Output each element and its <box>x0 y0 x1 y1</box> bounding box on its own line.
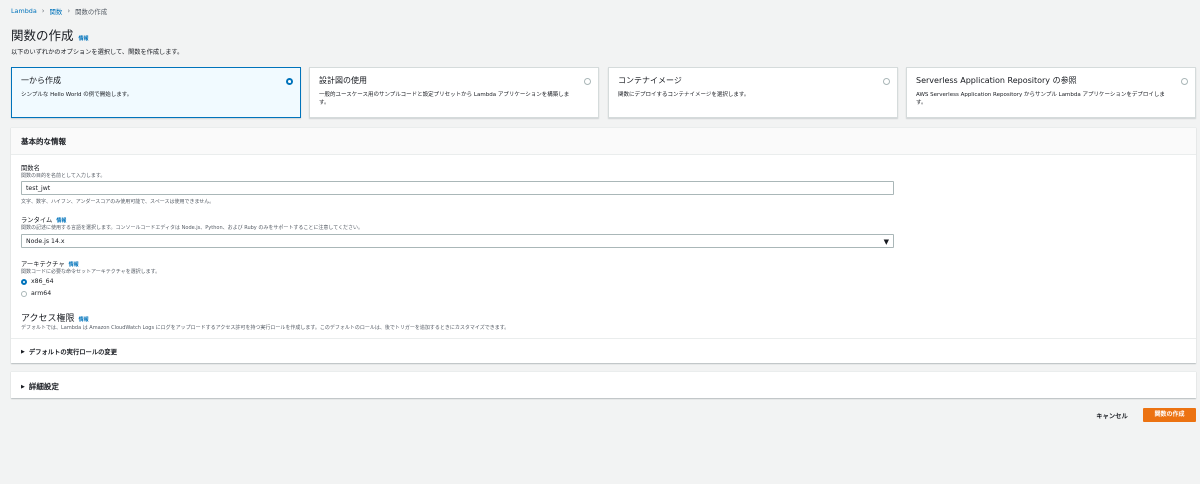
panel-header: 基本的な情報 <box>11 128 1196 155</box>
arch-option-label: arm64 <box>31 290 52 297</box>
advanced-settings-expander[interactable]: ▶ 詳細設定 <box>21 381 59 392</box>
runtime-desc: 関数の記述に使用する言語を選択します。コンソールコードエディタは Node.js… <box>21 225 364 231</box>
page-description: 以下のいずれかのオプションを選択して、関数を作成します。 <box>11 49 184 56</box>
page-title: 関数の作成 <box>11 28 74 43</box>
option-radio[interactable] <box>286 78 293 85</box>
architecture-desc: 関数コードに必要な命令セットアーキテクチャを選択します。 <box>21 269 161 275</box>
arch-option-label: x86_64 <box>31 278 54 285</box>
breadcrumb-lambda[interactable]: Lambda <box>11 7 37 15</box>
option-title: コンテナイメージ <box>618 76 682 85</box>
breadcrumb: Lambda › 関数 › 関数の作成 <box>11 5 107 17</box>
architecture-label: アーキテクチャ 情報 <box>21 259 79 268</box>
arch-option-arm64[interactable]: arm64 <box>21 290 51 297</box>
option-serverless-repo[interactable]: Serverless Application Repository の参照 AW… <box>906 67 1196 118</box>
option-radio[interactable] <box>584 78 591 85</box>
runtime-label-text: ランタイム <box>21 217 53 224</box>
function-name-desc: 関数の目的を名前として入力します。 <box>21 173 106 179</box>
arch-option-x86[interactable]: x86_64 <box>21 278 54 285</box>
option-radio[interactable] <box>1181 78 1188 85</box>
page-header: 関数の作成 情報 <box>11 25 89 44</box>
runtime-select[interactable]: Node.js 14.x ▼ <box>21 234 894 248</box>
cancel-button[interactable]: キャンセル <box>1089 410 1135 421</box>
architecture-label-text: アーキテクチャ <box>21 261 65 268</box>
caret-right-icon: ▶ <box>21 348 25 355</box>
access-heading-text: アクセス権限 <box>21 314 75 324</box>
chevron-right-icon: › <box>41 7 45 15</box>
access-heading: アクセス権限 情報 <box>21 311 89 324</box>
expander-label: デフォルトの実行ロールの変更 <box>28 349 118 356</box>
chevron-right-icon: › <box>67 7 71 15</box>
option-container-image[interactable]: コンテナイメージ 関数にデプロイするコンテナイメージを選択します。 <box>608 67 898 118</box>
option-desc: AWS Serverless Application Repository から… <box>916 92 1165 106</box>
function-name-label: 関数名 <box>21 165 40 172</box>
option-title: 設計図の使用 <box>319 76 367 85</box>
option-desc: 一般的ユースケース用のサンプルコードと設定プリセットから Lambda アプリケ… <box>319 92 570 106</box>
expander-label: 詳細設定 <box>28 382 59 391</box>
breadcrumb-functions[interactable]: 関数 <box>50 7 63 16</box>
runtime-label: ランタイム 情報 <box>21 215 66 224</box>
advanced-settings-panel: ▶ 詳細設定 <box>11 371 1196 398</box>
function-name-input[interactable]: test_jwt <box>21 181 894 195</box>
breadcrumb-current: 関数の作成 <box>75 7 108 16</box>
caret-down-icon: ▼ <box>883 238 889 246</box>
caret-right-icon: ▶ <box>21 383 25 390</box>
option-author-from-scratch[interactable]: 一から作成 シンプルな Hello World の例で開始します。 <box>11 67 301 118</box>
radio-unselected[interactable] <box>21 290 27 297</box>
option-radio[interactable] <box>883 78 890 85</box>
basic-info-panel: 基本的な情報 関数名 関数の目的を名前として入力します。 test_jwt 文字… <box>11 127 1196 363</box>
access-desc: デフォルトでは、Lambda は Amazon CloudWatch Logs … <box>21 325 510 331</box>
create-function-button[interactable]: 関数の作成 <box>1143 408 1196 422</box>
option-desc: シンプルな Hello World の例で開始します。 <box>21 92 133 98</box>
function-name-hint: 文字、数字、ハイフン、アンダースコアのみ使用可能で、スペースは使用できません。 <box>21 199 215 205</box>
option-title: 一から作成 <box>21 76 61 85</box>
page-info-link[interactable]: 情報 <box>79 35 89 42</box>
runtime-value: Node.js 14.x <box>26 238 65 245</box>
option-desc: 関数にデプロイするコンテナイメージを選択します。 <box>618 92 750 98</box>
access-info-link[interactable]: 情報 <box>79 316 89 323</box>
option-blueprint[interactable]: 設計図の使用 一般的ユースケース用のサンプルコードと設定プリセットから Lamb… <box>309 67 599 118</box>
divider <box>11 338 1196 339</box>
creation-options: 一から作成 シンプルな Hello World の例で開始します。 設計図の使用… <box>11 67 1196 118</box>
option-title: Serverless Application Repository の参照 <box>916 76 1077 85</box>
radio-selected[interactable] <box>21 278 27 285</box>
change-execution-role-expander[interactable]: ▶ デフォルトの実行ロールの変更 <box>21 347 118 357</box>
